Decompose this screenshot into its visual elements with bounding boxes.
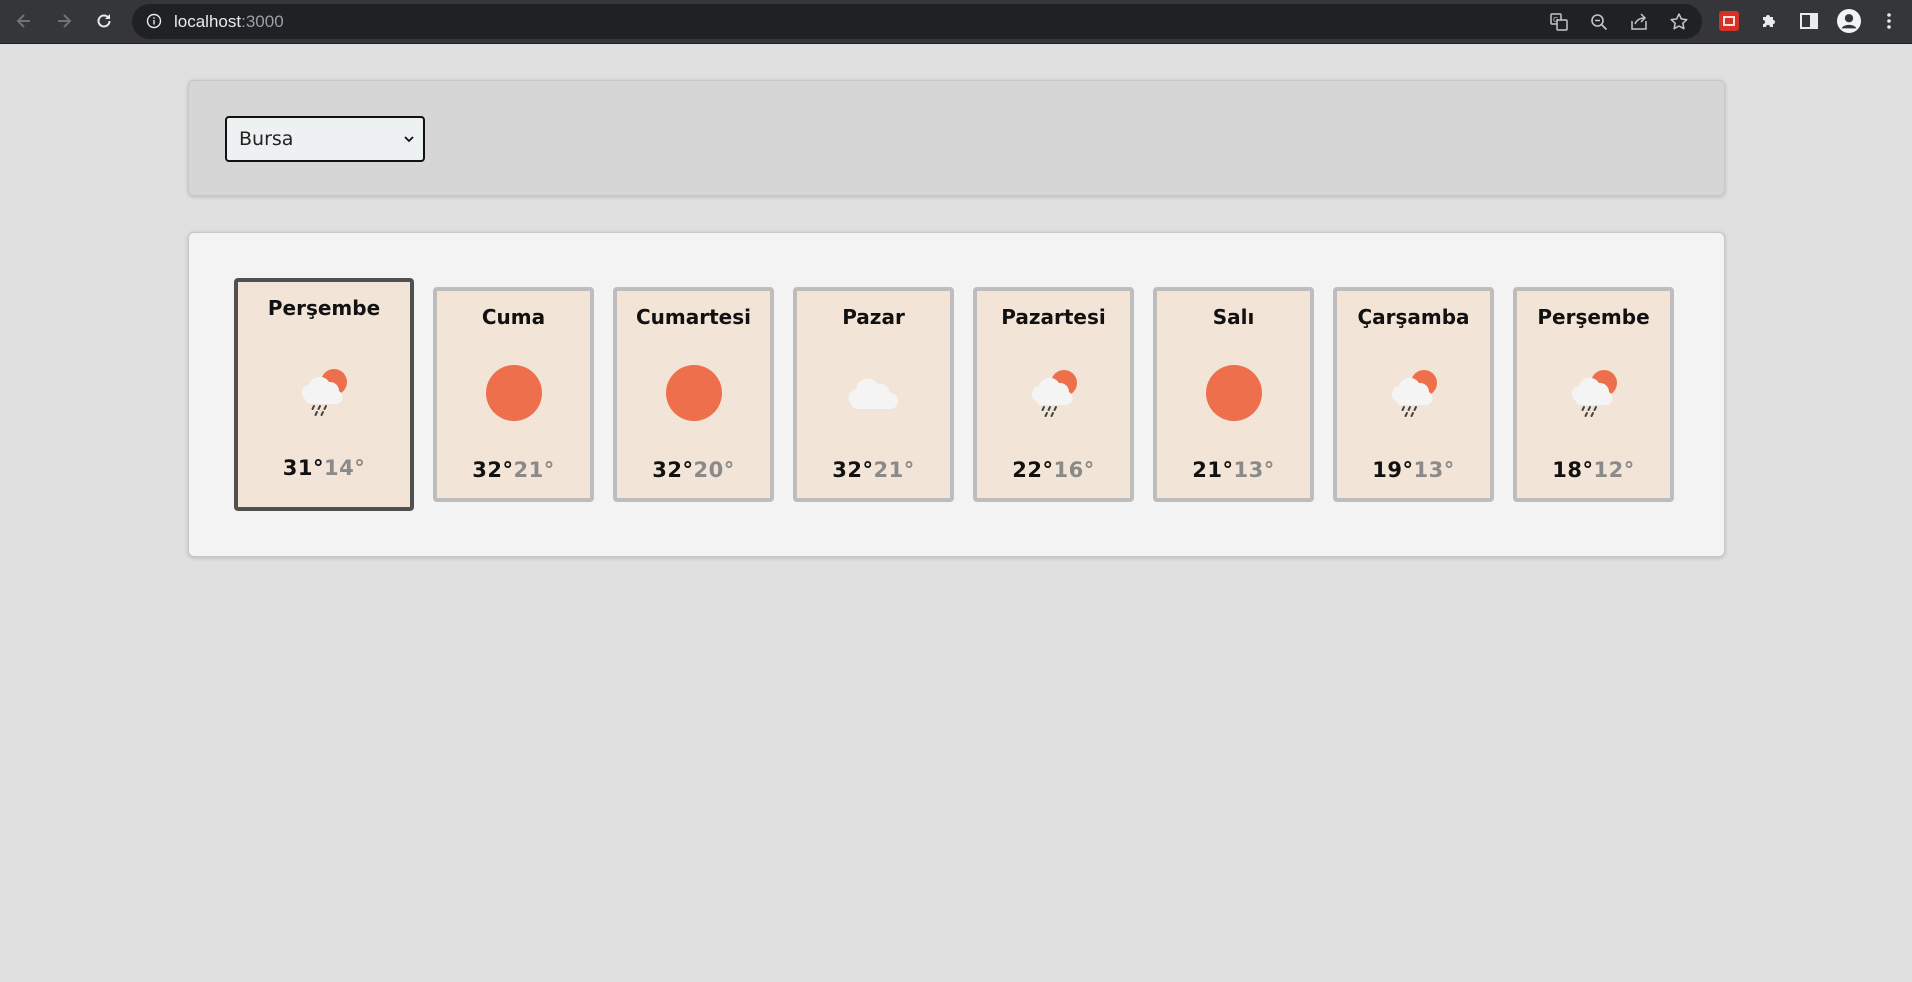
day-card[interactable]: Cumartesi 32°20° (613, 287, 774, 502)
side-panel-icon (1800, 13, 1818, 29)
side-panel-button[interactable] (1797, 9, 1821, 33)
temp-high: 32° (652, 458, 694, 482)
reload-icon (97, 14, 111, 28)
temps: 22°16° (977, 458, 1130, 482)
day-card[interactable]: Perşembe 18°12° (1513, 287, 1674, 502)
extension-button[interactable] (1717, 9, 1741, 33)
day-card[interactable]: Pazartesi 22°16° (973, 287, 1134, 502)
address-bar[interactable]: localhost:3000 G (132, 4, 1702, 39)
temp-low: 21° (513, 458, 555, 482)
browser-toolbar: localhost:3000 G (0, 0, 1912, 44)
day-name: Pazartesi (1001, 305, 1106, 329)
day-card[interactable]: Salı 21°13° (1153, 287, 1314, 502)
temps: 31°14° (238, 456, 410, 480)
city-select-panel: Bursa (188, 80, 1725, 196)
more-vert-icon (1887, 13, 1891, 29)
day-card[interactable]: Çarşamba 19°13° (1333, 287, 1494, 502)
city-select-value: Bursa (239, 128, 294, 150)
day-card[interactable]: Cuma 32°21° (433, 287, 594, 502)
temp-high: 32° (832, 458, 874, 482)
day-card[interactable]: Pazar 32°21° (793, 287, 954, 502)
cloud-icon (847, 378, 898, 409)
sun-icon (1205, 365, 1262, 421)
day-name: Perşembe (1537, 305, 1650, 329)
reload-button[interactable] (88, 5, 120, 37)
puzzle-icon (1763, 15, 1775, 27)
temp-low: 20° (693, 458, 735, 482)
day-name: Salı (1212, 305, 1255, 329)
share-button[interactable] (1628, 11, 1650, 33)
temps: 18°12° (1517, 458, 1670, 482)
temp-high: 19° (1372, 458, 1414, 482)
extensions-button[interactable] (1757, 9, 1781, 33)
temps: 19°13° (1337, 458, 1490, 482)
forward-button[interactable] (48, 5, 80, 37)
translate-icon: G (1550, 13, 1568, 31)
temp-low: 16° (1053, 458, 1095, 482)
svg-text:G: G (1553, 16, 1558, 24)
temp-low: 14° (324, 456, 366, 480)
day-name: Cuma (481, 305, 546, 329)
bookmark-button[interactable] (1668, 11, 1690, 33)
temp-high: 18° (1552, 458, 1594, 482)
day-name: Pazar (842, 305, 905, 329)
back-button[interactable] (8, 5, 40, 37)
rain-sun-icon (1571, 370, 1617, 417)
zoom-out-icon (1591, 14, 1608, 31)
rain-sun-icon (301, 369, 347, 416)
chevron-down-icon (404, 136, 414, 143)
zoom-button[interactable] (1588, 11, 1610, 33)
temp-high: 31° (282, 456, 324, 480)
avatar-icon (1837, 9, 1861, 33)
arrow-right-icon (58, 14, 72, 28)
temp-low: 13° (1413, 458, 1455, 482)
sun-icon (485, 365, 542, 421)
day-name: Çarşamba (1357, 305, 1470, 329)
temp-high: 32° (472, 458, 514, 482)
sun-icon (665, 365, 722, 421)
day-card-selected[interactable]: Perşembe 31°14° (234, 278, 414, 511)
temps: 32°21° (437, 458, 590, 482)
temp-high: 21° (1192, 458, 1234, 482)
temps: 32°21° (797, 458, 950, 482)
temp-low: 12° (1593, 458, 1635, 482)
rain-sun-icon (1391, 370, 1437, 417)
share-icon (1631, 13, 1647, 30)
menu-button[interactable] (1877, 9, 1901, 33)
day-name: Cumartesi (636, 305, 751, 329)
temp-low: 13° (1233, 458, 1275, 482)
translate-button[interactable]: G (1548, 11, 1570, 33)
temp-high: 22° (1012, 458, 1054, 482)
forecast-panel: Perşembe 31°14° Cuma 32°21° Cumartesi 32… (188, 232, 1725, 557)
arrow-left-icon (16, 14, 30, 28)
temp-low: 21° (873, 458, 915, 482)
url-text[interactable]: localhost:3000 (174, 12, 284, 31)
rain-sun-icon (1031, 370, 1077, 417)
temps: 32°20° (617, 458, 770, 482)
star-icon (1670, 13, 1688, 30)
day-name: Perşembe (267, 296, 381, 320)
temps: 21°13° (1157, 458, 1310, 482)
extension-badge-icon (1719, 11, 1739, 31)
info-icon[interactable] (146, 13, 162, 29)
profile-button[interactable] (1837, 9, 1861, 33)
city-select[interactable]: Bursa (225, 116, 425, 162)
